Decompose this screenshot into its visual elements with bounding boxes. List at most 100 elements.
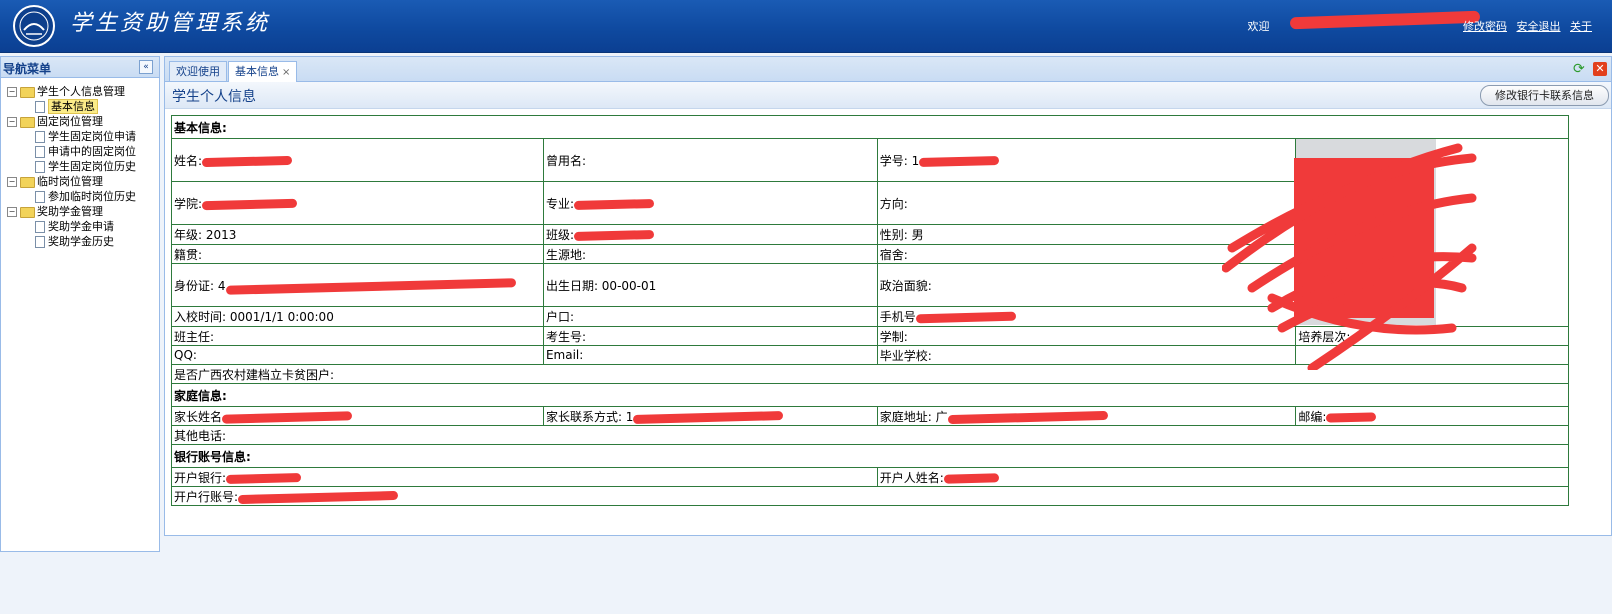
tab-basic-info[interactable]: 基本信息 × <box>228 61 298 82</box>
panel-title: 学生个人信息 <box>172 89 256 105</box>
tree-group-fixed-post[interactable]: − 固定岗位管理 <box>1 114 159 129</box>
redaction-mark <box>919 155 1000 167</box>
logo-icon <box>13 5 55 47</box>
field-account-holder: 开户人姓名: <box>876 467 1570 487</box>
field-label: 家长姓名 <box>174 409 223 424</box>
field-name: 姓名: <box>171 138 544 182</box>
redaction-mark <box>947 410 1108 424</box>
field-label: 开户行账号: <box>174 489 239 504</box>
tree-group-scholarship[interactable]: − 奖助学金管理 <box>1 204 159 219</box>
expand-toggle-icon[interactable]: − <box>7 87 17 97</box>
tree-item-label[interactable]: 基本信息 <box>48 99 98 114</box>
field-label: 学院: <box>174 196 203 211</box>
field-label: 学号: 1 <box>879 153 920 168</box>
redaction-mark <box>237 490 399 504</box>
field-head-teacher: 班主任: <box>171 326 544 346</box>
tree-item-label[interactable]: 奖助学金申请 <box>48 220 114 233</box>
redaction-mark <box>573 229 655 242</box>
field-exam-no: 考生号: <box>542 326 878 346</box>
tree-item-temp-history[interactable]: 参加临时岗位历史 <box>1 189 159 204</box>
field-hukou: 户口: <box>542 306 878 327</box>
tree-item-label[interactable]: 学生固定岗位历史 <box>48 160 136 173</box>
field-parent-name: 家长姓名 <box>171 406 544 426</box>
tree-item-label[interactable]: 参加临时岗位历史 <box>48 190 136 203</box>
field-origin: 生源地: <box>542 244 878 264</box>
redaction-mark <box>201 155 293 167</box>
redaction-mark <box>201 198 298 210</box>
tree-group-temp-post[interactable]: − 临时岗位管理 <box>1 174 159 189</box>
field-id-card: 身份证: 4 <box>171 263 544 307</box>
field-bank: 开户银行: <box>171 467 878 487</box>
tab-close-icon[interactable]: × <box>282 67 290 78</box>
nav-title: 导航菜单 <box>3 62 52 76</box>
field-label: 身份证: 4 <box>174 278 226 293</box>
tree-item-basic-info[interactable]: 基本信息 <box>1 99 159 114</box>
tree-item-fixed-history[interactable]: 学生固定岗位历史 <box>1 159 159 174</box>
field-label: 手机号 <box>879 310 916 324</box>
nav-header: 导航菜单 « <box>1 57 159 78</box>
document-icon <box>35 236 45 248</box>
document-icon <box>35 191 45 203</box>
field-label: 家庭地址: 广 <box>879 409 948 424</box>
tree-item-scholarship-history[interactable]: 奖助学金历史 <box>1 234 159 249</box>
redaction-mark <box>915 311 1016 324</box>
expand-toggle-icon[interactable]: − <box>7 177 17 187</box>
field-label: 专业: <box>545 196 574 211</box>
tree-item-fixed-apply[interactable]: 学生固定岗位申请 <box>1 129 159 144</box>
field-enroll-time: 入校时间: 0001/1/1 0:00:00 <box>171 306 544 327</box>
field-birth-date: 出生日期: 00-00-01 <box>542 263 878 307</box>
folder-icon <box>20 176 35 188</box>
redaction-mark <box>225 277 516 295</box>
change-password-link[interactable]: 修改密码 <box>1463 20 1507 33</box>
field-home-address: 家庭地址: 广 <box>876 406 1297 426</box>
tree-group-label[interactable]: 临时岗位管理 <box>37 175 103 188</box>
app-header: 学生资助管理系统 欢迎 修改密码 安全退出 关于 <box>0 0 1612 53</box>
nav-panel: 导航菜单 « − 学生个人信息管理 基本信息 − 固定岗位管理 学生固定岗位申请 申… <box>0 56 160 552</box>
redaction-mark <box>1326 411 1377 423</box>
tree-group-label[interactable]: 奖助学金管理 <box>37 205 103 218</box>
field-major: 专业: <box>542 181 878 225</box>
field-college: 学院: <box>171 181 544 225</box>
document-icon <box>35 161 45 173</box>
tab-label: 欢迎使用 <box>176 65 220 78</box>
tab-label: 基本信息 <box>235 65 279 78</box>
field-former-name: 曾用名: <box>542 138 878 182</box>
close-icon[interactable]: ✕ <box>1593 62 1607 76</box>
field-label: 邮编: <box>1298 409 1327 424</box>
tree-item-scholarship-apply[interactable]: 奖助学金申请 <box>1 219 159 234</box>
field-grade: 年级: 2013 <box>171 224 544 245</box>
document-icon <box>35 221 45 233</box>
tree-group-label[interactable]: 学生个人信息管理 <box>37 85 125 98</box>
field-account-no: 开户行账号: <box>171 486 1569 506</box>
logout-link[interactable]: 安全退出 <box>1517 20 1561 33</box>
tree-item-label[interactable]: 学生固定岗位申请 <box>48 130 136 143</box>
field-class: 班级: <box>542 224 878 245</box>
expand-toggle-icon[interactable]: − <box>7 117 17 127</box>
tree-item-label[interactable]: 奖助学金历史 <box>48 235 114 248</box>
photo-redaction-scribble <box>1222 143 1477 370</box>
redaction-mark <box>221 410 353 424</box>
folder-icon <box>20 206 35 218</box>
app-title: 学生资助管理系统 <box>70 11 271 36</box>
tree-item-fixed-pending[interactable]: 申请中的固定岗位 <box>1 144 159 159</box>
field-label: 开户人姓名: <box>879 470 944 485</box>
tree-item-label[interactable]: 申请中的固定岗位 <box>48 145 136 158</box>
redaction-mark <box>633 410 784 424</box>
panel-header: 学生个人信息 修改银行卡联系信息 <box>165 82 1611 109</box>
field-other-phone: 其他电话: <box>171 425 1569 445</box>
field-qq: QQ: <box>171 345 544 365</box>
refresh-icon[interactable]: ⟳ <box>1573 62 1587 76</box>
tab-welcome[interactable]: 欢迎使用 <box>169 61 227 81</box>
document-icon <box>35 146 45 158</box>
redaction-mark <box>943 472 999 484</box>
tree-group-label[interactable]: 固定岗位管理 <box>37 115 103 128</box>
nav-tree: − 学生个人信息管理 基本信息 − 固定岗位管理 学生固定岗位申请 申请中的固定岗位… <box>1 78 159 249</box>
collapse-icon[interactable]: « <box>139 60 153 74</box>
field-label: 家长联系方式: 1 <box>545 409 634 424</box>
tree-group-student-info[interactable]: − 学生个人信息管理 <box>1 84 159 99</box>
edit-bank-info-button[interactable]: 修改银行卡联系信息 <box>1480 85 1609 106</box>
about-link[interactable]: 关于 <box>1570 20 1592 33</box>
tab-bar: 欢迎使用 基本信息 × ⟳ ✕ <box>165 57 1611 82</box>
field-native-place: 籍贯: <box>171 244 544 264</box>
expand-toggle-icon[interactable]: − <box>7 207 17 217</box>
